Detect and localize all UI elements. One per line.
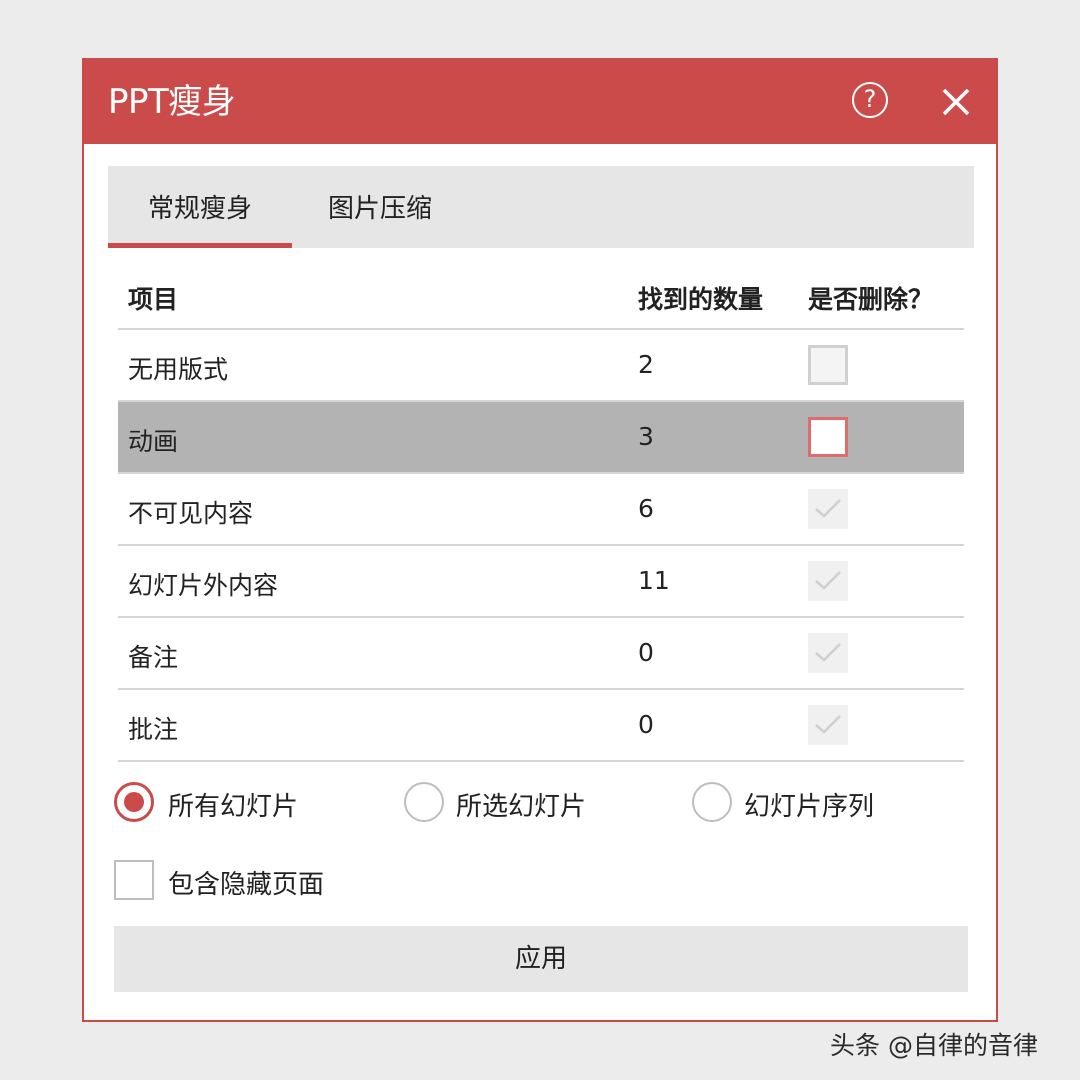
row-item: 幻灯片外内容 <box>128 571 279 600</box>
apply-button[interactable]: 应用 <box>114 926 968 992</box>
include-hidden-checkbox[interactable] <box>114 860 154 900</box>
tab-label: 图片压缩 <box>328 194 433 224</box>
header-count: 找到的数量 <box>638 285 764 314</box>
title-bar: PPT瘦身 ? <box>84 60 996 144</box>
row-count: 0 <box>638 638 654 667</box>
radio-label: 所有幻灯片 <box>168 792 299 822</box>
dialog-title: PPT瘦身 <box>108 82 236 122</box>
delete-checkbox <box>808 561 848 601</box>
check-icon <box>815 715 841 734</box>
radio-button[interactable] <box>404 782 444 822</box>
check-icon <box>815 499 841 518</box>
table-row[interactable]: 批注 0 <box>118 690 964 762</box>
header-delete: 是否删除？ <box>808 285 934 314</box>
row-item: 不可见内容 <box>128 499 254 528</box>
row-count: 2 <box>638 350 654 379</box>
radio-button[interactable] <box>114 782 154 822</box>
radio-label: 所选幻灯片 <box>456 792 587 822</box>
tab-general-slim[interactable]: 常规瘦身 <box>108 166 292 248</box>
table-row[interactable]: 不可见内容 6 <box>118 474 964 546</box>
watermark: 头条 @自律的音律 <box>830 1031 1038 1060</box>
header-item: 项目 <box>128 285 179 314</box>
ppt-slim-dialog: PPT瘦身 ? 常规瘦身 图片压缩 项目 找到的数量 是否删除？ 无用版式 2 … <box>82 58 998 1022</box>
tab-strip: 常规瘦身 图片压缩 <box>108 166 974 248</box>
table-row[interactable]: 动画 3 <box>118 402 964 474</box>
row-count: 11 <box>638 566 670 595</box>
row-count: 3 <box>638 422 654 451</box>
tab-label: 常规瘦身 <box>147 194 252 224</box>
delete-checkbox <box>808 489 848 529</box>
close-icon[interactable] <box>940 86 972 118</box>
table-row[interactable]: 幻灯片外内容 11 <box>118 546 964 618</box>
row-item: 动画 <box>128 427 179 456</box>
delete-checkbox[interactable] <box>808 417 848 457</box>
row-count: 6 <box>638 494 654 523</box>
delete-checkbox <box>808 705 848 745</box>
delete-checkbox[interactable] <box>808 345 848 385</box>
row-item: 备注 <box>128 643 179 672</box>
tab-image-compress[interactable]: 图片压缩 <box>328 166 432 248</box>
row-count: 0 <box>638 710 654 739</box>
help-icon[interactable]: ? <box>852 82 888 118</box>
row-item: 批注 <box>128 715 179 744</box>
delete-checkbox <box>808 633 848 673</box>
check-icon <box>815 571 841 590</box>
table-header: 项目 找到的数量 是否删除？ <box>118 260 964 330</box>
active-tab-indicator <box>108 243 292 248</box>
table-row[interactable]: 无用版式 2 <box>118 330 964 402</box>
radio-button[interactable] <box>692 782 732 822</box>
table-row[interactable]: 备注 0 <box>118 618 964 690</box>
check-icon <box>815 643 841 662</box>
include-hidden-label: 包含隐藏页面 <box>168 870 325 900</box>
radio-label: 幻灯片序列 <box>744 792 875 822</box>
items-table: 项目 找到的数量 是否删除？ 无用版式 2 动画 3 不可见内容 6 幻灯片外内… <box>118 260 964 762</box>
row-item: 无用版式 <box>128 355 229 384</box>
